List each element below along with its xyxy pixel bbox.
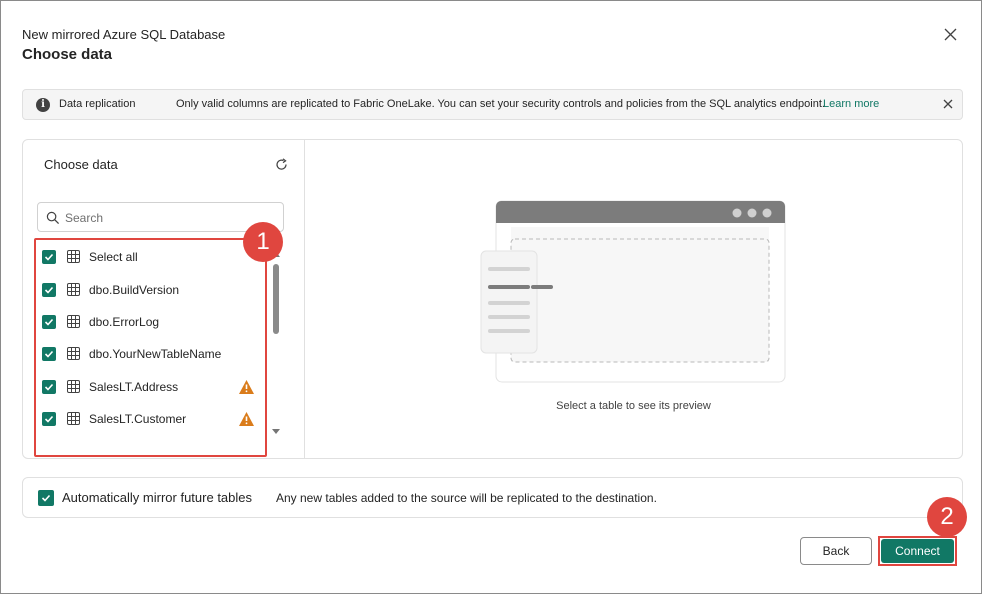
learn-more-link[interactable]: Learn more — [823, 98, 879, 110]
list-item-label: SalesLT.Address — [89, 380, 179, 394]
scroll-thumb[interactable] — [273, 264, 279, 334]
search-box — [37, 202, 284, 232]
auto-mirror-description: Any new tables added to the source will … — [276, 491, 657, 505]
list-item-table[interactable]: SalesLT.Address — [42, 377, 262, 397]
close-icon[interactable] — [941, 25, 961, 45]
list-item-table[interactable]: dbo.ErrorLog — [42, 312, 262, 332]
warning-icon — [239, 412, 254, 426]
table-icon — [67, 347, 80, 360]
list-item-label: dbo.BuildVersion — [89, 283, 180, 297]
info-icon: i — [36, 98, 50, 112]
content-panel: Choose data Select all — [22, 139, 963, 459]
table-icon — [67, 315, 80, 328]
list-item-table[interactable]: SalesLT.Customer — [42, 409, 262, 429]
step-badge-2: 2 — [927, 497, 967, 537]
connect-button[interactable]: Connect — [881, 539, 954, 563]
banner-message: Only valid columns are replicated to Fab… — [176, 98, 825, 110]
scroll-down-icon[interactable] — [272, 429, 280, 434]
checkbox[interactable] — [42, 380, 56, 394]
dialog: New mirrored Azure SQL Database Choose d… — [0, 0, 982, 594]
list-scrollbar[interactable] — [271, 252, 281, 438]
search-icon — [46, 211, 60, 225]
back-button[interactable]: Back — [800, 537, 872, 565]
checkbox[interactable] — [42, 315, 56, 329]
checkbox[interactable] — [42, 250, 56, 264]
auto-mirror-label[interactable]: Automatically mirror future tables — [62, 490, 252, 505]
table-icon — [67, 283, 80, 296]
banner-title: Data replication — [59, 98, 136, 110]
auto-mirror-option: Automatically mirror future tables Any n… — [22, 477, 963, 518]
table-icon — [67, 380, 80, 393]
checkbox[interactable] — [42, 347, 56, 361]
banner-close-icon[interactable] — [941, 97, 955, 111]
list-item-table[interactable]: dbo.YourNewTableName — [42, 344, 262, 364]
search-input[interactable] — [65, 208, 275, 227]
auto-mirror-checkbox[interactable] — [38, 490, 54, 506]
list-item-table[interactable]: dbo.BuildVersion — [42, 280, 262, 300]
dialog-subtitle: New mirrored Azure SQL Database — [22, 27, 226, 42]
warning-icon — [239, 380, 254, 394]
preview-pane: Select a table to see its preview — [305, 140, 962, 458]
refresh-icon[interactable] — [275, 158, 289, 172]
empty-preview-illustration — [480, 200, 786, 383]
list-item-label: dbo.YourNewTableName — [89, 347, 222, 361]
table-selector-pane: Choose data Select all — [23, 140, 305, 458]
checkbox[interactable] — [42, 412, 56, 426]
preview-caption: Select a table to see its preview — [556, 400, 711, 412]
list-item-label: dbo.ErrorLog — [89, 315, 160, 329]
dialog-title: Choose data — [22, 46, 113, 63]
info-banner: i Data replication Only valid columns ar… — [22, 89, 963, 120]
step-badge-1: 1 — [243, 222, 283, 262]
table-icon — [67, 250, 80, 263]
checkbox[interactable] — [42, 283, 56, 297]
table-icon — [67, 412, 80, 425]
list-item-label: SalesLT.Customer — [89, 412, 187, 426]
list-item-label: Select all — [89, 250, 138, 264]
list-item-select-all[interactable]: Select all — [42, 247, 262, 267]
pane-title: Choose data — [44, 157, 118, 172]
